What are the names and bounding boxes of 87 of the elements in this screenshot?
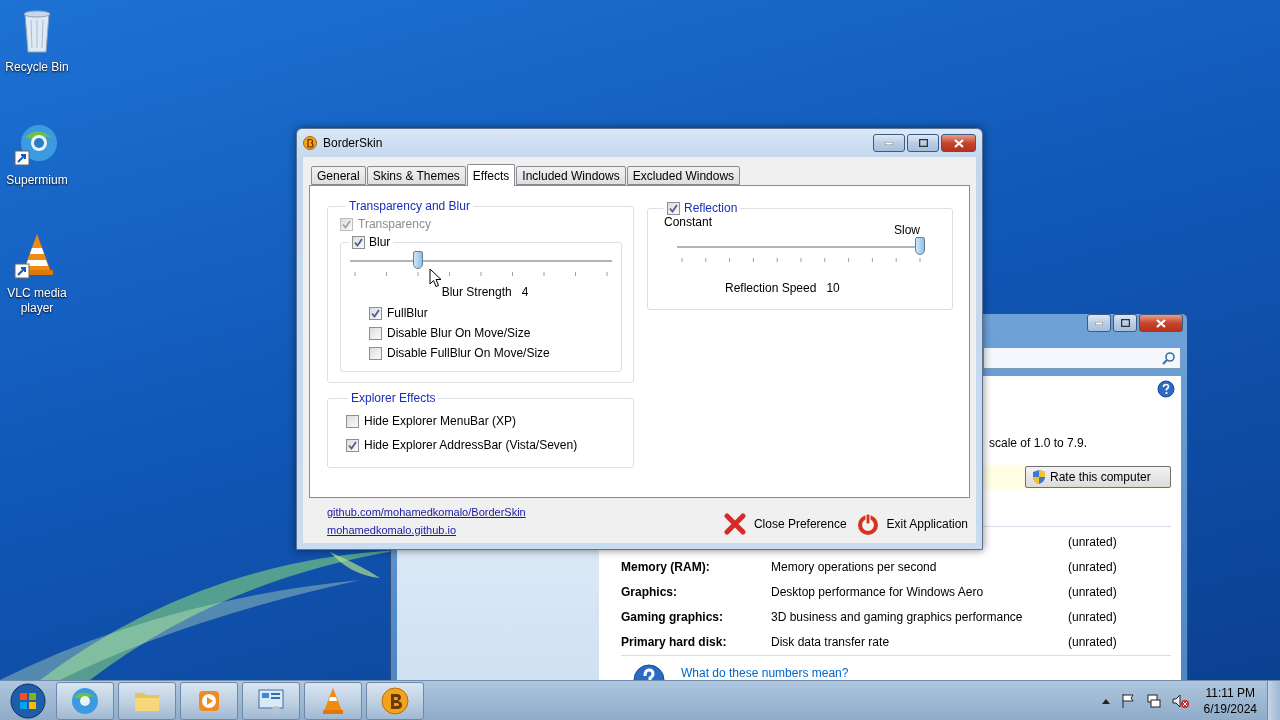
rate-button[interactable]: Rate this computer (1025, 466, 1171, 488)
checkbox-label: Disable Blur On Move/Size (387, 326, 531, 340)
minimize-icon (885, 141, 893, 145)
checkbox[interactable] (346, 414, 359, 428)
start-button[interactable] (9, 682, 47, 720)
checkbox[interactable] (352, 235, 365, 249)
table-cell-text: (unrated) (1068, 634, 1118, 649)
taskbar-button[interactable] (180, 682, 238, 720)
checkbox-label: Hide Explorer AddressBar (Vista/Seven) (364, 438, 578, 452)
slider-min-label: Constant (664, 215, 713, 229)
checkbox[interactable] (369, 346, 382, 360)
checkbox-label: Blur (369, 235, 391, 249)
search-icon (1162, 351, 1176, 365)
slider-thumb[interactable] (413, 251, 423, 269)
minimize-button[interactable] (1087, 314, 1111, 332)
table-cell-text: Primary hard disk: (621, 634, 728, 649)
clock-date: 6/19/2024 (1203, 701, 1257, 717)
table-cell-text: 3D business and gaming graphics performance (771, 609, 1024, 624)
table-cell-text: (unrated) (1068, 584, 1118, 599)
close-icon (723, 512, 746, 535)
flag-icon[interactable] (1119, 693, 1136, 709)
description-text: scale of 1.0 to 7.9. (989, 436, 1089, 450)
checkbox-label: Disable FullBlur On Move/Size (387, 346, 550, 360)
checkbox[interactable] (369, 306, 382, 320)
checkbox-label: Hide Explorer MenuBar (XP) (364, 414, 517, 428)
group-title: Transparency and Blur (349, 199, 470, 213)
table-cell-text: (unrated) (1068, 609, 1118, 624)
power-icon (856, 512, 879, 535)
exit-button[interactable]: Exit Application (854, 512, 970, 535)
table-cell-text: Graphics: (621, 584, 678, 599)
table-cell-text: Desktop performance for Windows Aero (771, 584, 985, 599)
web-link[interactable]: github.com/mohamedkomalo/BorderSkin (327, 505, 526, 518)
app-logo-icon (303, 136, 317, 150)
checkbox-label: FullBlur (387, 306, 428, 320)
minimize-button[interactable] (873, 134, 905, 152)
close-icon (953, 138, 964, 148)
muted-speaker-icon[interactable] (1171, 693, 1190, 709)
checkbox[interactable] (667, 201, 680, 215)
checkbox-label: Transparency (358, 217, 431, 231)
desktop-icon-label[interactable]: Recycle Bin (1, 60, 73, 75)
checkbox[interactable] (346, 438, 359, 452)
tab[interactable]: General (311, 166, 366, 185)
taskbar-button[interactable] (56, 682, 114, 720)
caret-icon[interactable] (1101, 698, 1110, 704)
slider-thumb[interactable] (915, 237, 925, 255)
slider-value: 4 (521, 285, 529, 299)
clock-time: 11:11 PM (1205, 685, 1256, 701)
app-logo-icon (380, 686, 410, 716)
maximize-button[interactable] (1113, 314, 1137, 332)
table-cell-text: (unrated) (1068, 534, 1118, 549)
tab[interactable]: Excluded Windows (626, 166, 741, 185)
web-link[interactable]: mohamedkomalo.github.io (327, 523, 526, 536)
close-button[interactable] (941, 134, 976, 152)
maximize-button[interactable] (907, 134, 939, 152)
checkbox[interactable] (369, 326, 382, 340)
table-cell-text: Gaming graphics: (621, 609, 725, 624)
help-link[interactable]: What do these numbers mean? (681, 666, 849, 680)
tab[interactable]: Included Windows (516, 166, 626, 185)
close-icon (1156, 318, 1166, 328)
close-button[interactable] (1139, 314, 1183, 332)
slider-label: Blur Strength (441, 285, 512, 299)
slider-label: Reflection Speed (725, 281, 817, 295)
desktop-icon-label[interactable]: VLC media player (1, 286, 73, 316)
table-cell-text: Disk data transfer rate (771, 634, 891, 649)
shield-icon (1032, 469, 1046, 485)
group-title: Reflection (684, 201, 738, 215)
control-panel-icon (256, 686, 286, 716)
table-cell-text: Memory operations per second (771, 559, 938, 574)
network-icon[interactable] (1145, 693, 1162, 709)
search-field[interactable] (983, 347, 1181, 369)
mouse-pointer-icon (429, 268, 442, 288)
help-icon[interactable] (1157, 380, 1175, 398)
globe-icon (70, 686, 100, 716)
slider-max-label: Slow (894, 223, 920, 237)
slider-value: 10 (826, 281, 840, 295)
maximize-icon (1120, 319, 1130, 327)
close-button[interactable]: Close Preference (721, 512, 849, 535)
group-title: Explorer Effects (351, 391, 436, 405)
tab[interactable]: Effects (466, 164, 516, 186)
table-cell-text: Memory (RAM): (621, 559, 711, 574)
minimize-icon (1095, 321, 1103, 325)
maximize-icon (918, 139, 928, 147)
window-title: BorderSkin (323, 136, 384, 150)
taskbar-button[interactable] (366, 682, 424, 720)
table-cell-text: (unrated) (1068, 559, 1118, 574)
desktop-icon-label[interactable]: Supermium (1, 173, 73, 188)
tab[interactable]: Skins & Themes (366, 166, 466, 185)
